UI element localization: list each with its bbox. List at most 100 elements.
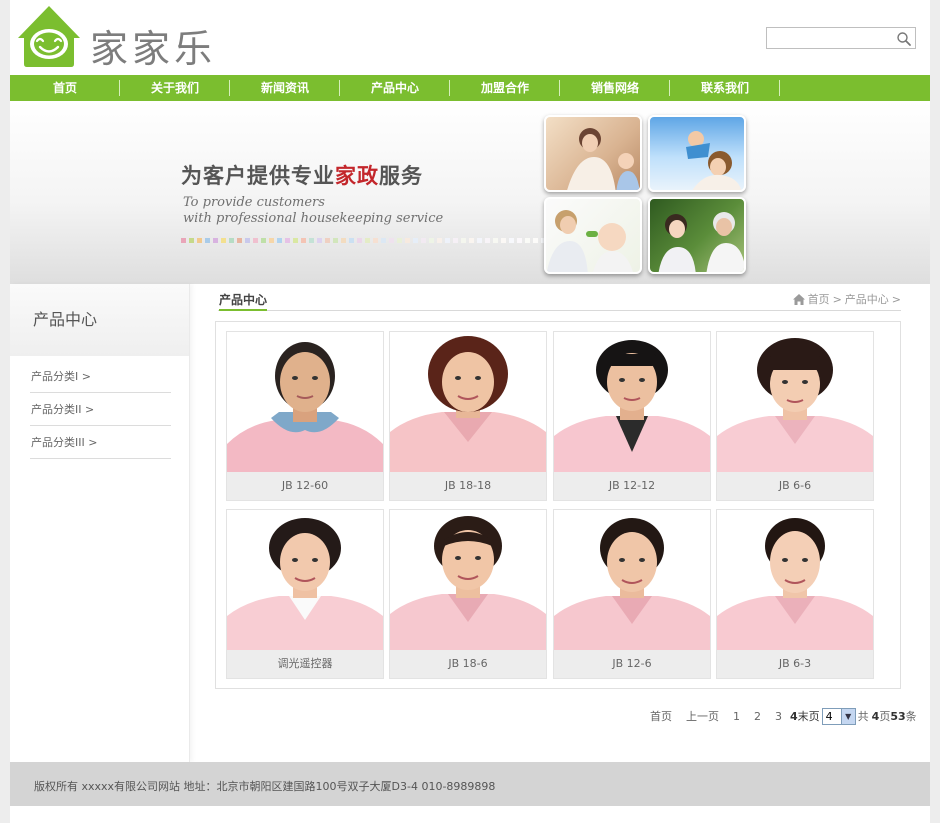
nav-item-home[interactable]: 首页 [10, 75, 120, 101]
home-icon [792, 293, 805, 305]
color-dot [349, 238, 354, 243]
sidebar-title: 产品中心 [10, 284, 189, 356]
color-dot [269, 238, 274, 243]
product-caption[interactable]: JB 6-3 [717, 650, 873, 678]
product-card[interactable]: 调光遥控器 [226, 509, 384, 679]
page: 家家乐 首页 关于我们 新闻资讯 产品中心 加盟合作 销售网络 联系我们 为客户… [10, 0, 930, 823]
color-dot [341, 238, 346, 243]
color-dot [373, 238, 378, 243]
pager-prev[interactable]: 上一页 [686, 708, 719, 724]
product-photo [227, 510, 383, 650]
main-nav: 首页 关于我们 新闻资讯 产品中心 加盟合作 销售网络 联系我们 [10, 75, 930, 101]
product-photo [554, 332, 710, 472]
page-select[interactable]: 4 ▼ [821, 707, 856, 725]
banner-photo-girl-grandpa [648, 197, 746, 274]
content-header: 产品中心 首页 > 产品中心 > [218, 284, 901, 311]
nav-item-contact[interactable]: 联系我们 [670, 75, 780, 101]
search-input[interactable] [767, 28, 893, 48]
product-card[interactable]: JB 18-6 [389, 509, 547, 679]
color-dot [501, 238, 506, 243]
nav-item-news[interactable]: 新闻资讯 [230, 75, 340, 101]
banner-photo-feeding-baby [544, 197, 642, 274]
hero-banner: 为客户提供专业家政服务 To provide customers with pr… [10, 101, 930, 284]
breadcrumb: 首页 > 产品中心 > [792, 291, 901, 307]
product-photo [554, 510, 710, 650]
nav-item-about[interactable]: 关于我们 [120, 75, 230, 101]
pager-page-2[interactable]: 2 [754, 710, 761, 723]
product-caption[interactable]: JB 12-60 [227, 472, 383, 500]
color-dot [189, 238, 194, 243]
color-dot [253, 238, 258, 243]
color-dot [317, 238, 322, 243]
banner-title-part2: 服务 [379, 164, 423, 188]
content-title: 产品中心 [219, 291, 268, 311]
banner-subtitle-line2: with professional housekeeping service [183, 211, 444, 226]
pager-total-pages: 4 [871, 709, 880, 723]
pager-first[interactable]: 首页 [650, 708, 672, 724]
product-card[interactable]: JB 18-18 [389, 331, 547, 501]
logo-text: 家家乐 [90, 27, 217, 71]
nav-item-franchise[interactable]: 加盟合作 [450, 75, 560, 101]
banner-subtitle-line1: To provide customers [183, 195, 325, 210]
pagination: 首页 上一页 1 2 3 4 末页 4 ▼ 共 4 页 53 条 [650, 707, 917, 725]
color-dot [421, 238, 426, 243]
color-dot [301, 238, 306, 243]
color-dot [413, 238, 418, 243]
color-dot [437, 238, 442, 243]
banner-photo-grid [544, 115, 748, 275]
color-dot [469, 238, 474, 243]
breadcrumb-home[interactable]: 首页 [808, 291, 830, 307]
header: 家家乐 [10, 0, 930, 75]
nav-item-products[interactable]: 产品中心 [340, 75, 450, 101]
pager-total-items: 53 [890, 709, 906, 723]
banner-title-part1: 为客户提供专业 [181, 164, 335, 188]
breadcrumb-products[interactable]: 产品中心 [845, 291, 889, 307]
color-dot [277, 238, 282, 243]
pager-page-3[interactable]: 3 [775, 710, 782, 723]
color-dot [397, 238, 402, 243]
color-dot [325, 238, 330, 243]
product-card[interactable]: JB 6-3 [716, 509, 874, 679]
product-grid: JB 12-60 JB 18-18 JB 12-12 JB 6-6 调光遥控器 [215, 321, 901, 689]
pager-total-label: 共 [857, 710, 869, 723]
color-dot [405, 238, 410, 243]
pager-page-1[interactable]: 1 [733, 710, 740, 723]
color-dot [445, 238, 450, 243]
sidebar-item-category-2[interactable]: 产品分类II > [30, 393, 171, 426]
color-dot [429, 238, 434, 243]
color-dot [285, 238, 290, 243]
footer-copyright: 版权所有 xxxxx有限公司网站 地址：北京市朝阳区建国路100号双子大厦D3-… [34, 780, 496, 793]
product-card[interactable]: JB 12-12 [553, 331, 711, 501]
color-dot [213, 238, 218, 243]
color-dot [389, 238, 394, 243]
product-card[interactable]: JB 6-6 [716, 331, 874, 501]
sidebar-item-category-3[interactable]: 产品分类III > [30, 426, 171, 459]
chevron-down-icon[interactable]: ▼ [840, 708, 855, 724]
product-caption[interactable]: JB 12-6 [554, 650, 710, 678]
product-caption[interactable]: JB 6-6 [717, 472, 873, 500]
pager-last[interactable]: 末页 [798, 708, 820, 724]
color-dot [525, 238, 530, 243]
color-dot-strip [181, 238, 570, 243]
product-photo [717, 510, 873, 650]
product-caption[interactable]: 调光遥控器 [227, 650, 383, 678]
nav-item-sales-network[interactable]: 销售网络 [560, 75, 670, 101]
smiling-house-logo-icon[interactable] [16, 4, 82, 68]
color-dot [333, 238, 338, 243]
product-photo [227, 332, 383, 472]
sidebar: 产品中心 产品分类I > 产品分类II > 产品分类III > [10, 284, 190, 762]
breadcrumb-separator: > [832, 292, 842, 306]
color-dot [197, 238, 202, 243]
product-caption[interactable]: JB 18-18 [390, 472, 546, 500]
magnifier-icon[interactable] [896, 31, 912, 47]
product-photo [717, 332, 873, 472]
product-card[interactable]: JB 12-6 [553, 509, 711, 679]
product-caption[interactable]: JB 12-12 [554, 472, 710, 500]
product-caption[interactable]: JB 18-6 [390, 650, 546, 678]
sidebar-item-category-1[interactable]: 产品分类I > [30, 360, 171, 393]
banner-photo-family-sky [648, 115, 746, 192]
product-card[interactable]: JB 12-60 [226, 331, 384, 501]
color-dot [229, 238, 234, 243]
page-select-value: 4 [825, 709, 833, 723]
color-dot [493, 238, 498, 243]
